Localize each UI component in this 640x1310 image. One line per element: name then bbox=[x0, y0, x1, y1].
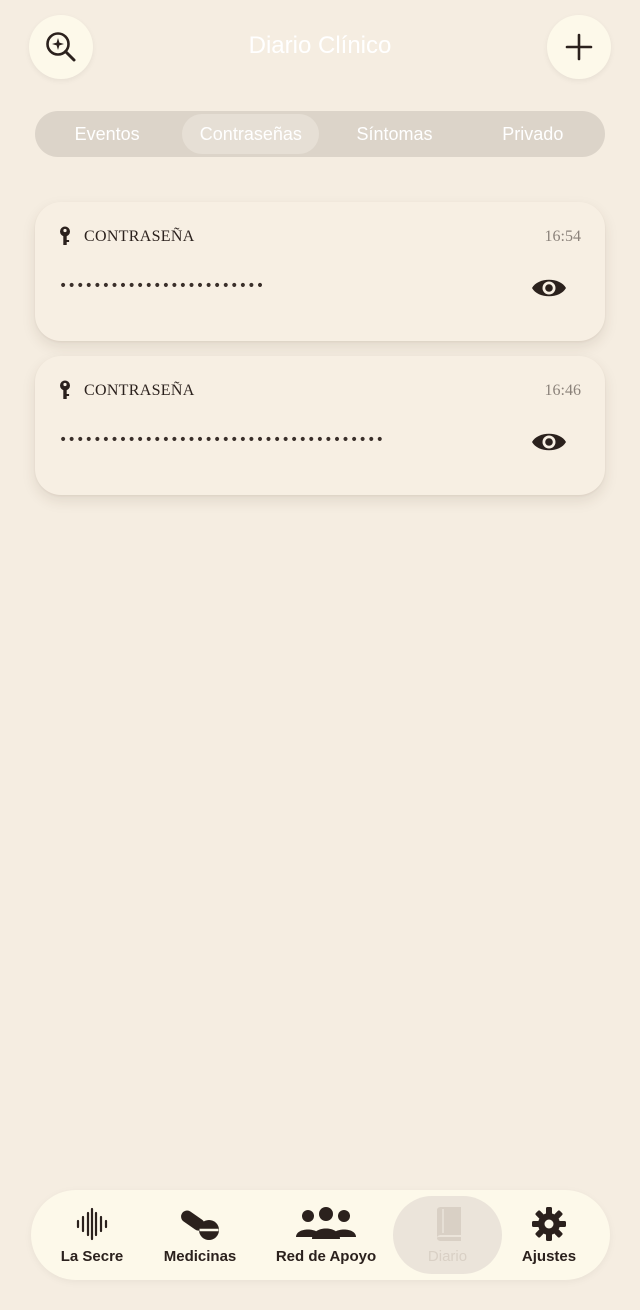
plus-icon bbox=[565, 33, 593, 61]
nav-label: Red de Apoyo bbox=[275, 1247, 377, 1265]
tab-contrasenas[interactable]: Contraseñas bbox=[182, 114, 320, 154]
waveform-icon bbox=[76, 1207, 108, 1240]
tab-sintomas[interactable]: Síntomas bbox=[325, 114, 463, 154]
tab-eventos[interactable]: Eventos bbox=[38, 114, 176, 154]
nav-label: Medicinas bbox=[163, 1247, 237, 1265]
masked-password: •••••••••••••••••••••••••••••••••••••• bbox=[59, 432, 385, 448]
nav-item-medicinas[interactable]: Medicinas bbox=[154, 1196, 246, 1274]
entry-time: 16:46 bbox=[544, 382, 581, 399]
masked-password: •••••••••••••••••••••••• bbox=[59, 278, 265, 294]
people-icon bbox=[296, 1206, 356, 1239]
book-icon bbox=[436, 1206, 461, 1241]
nav-item-diario[interactable]: Diario bbox=[393, 1196, 502, 1274]
eye-icon[interactable] bbox=[530, 428, 568, 456]
screen: Diario Clínico Eventos Contraseñas Sínto… bbox=[0, 0, 640, 1310]
entry-type-label: CONTRASEÑA bbox=[84, 228, 195, 245]
entry-time: 16:54 bbox=[544, 228, 581, 245]
page-title: Diario Clínico bbox=[248, 32, 392, 59]
nav-item-red-de-apoyo[interactable]: Red de Apoyo bbox=[271, 1196, 381, 1274]
nav-label: La Secre bbox=[60, 1247, 124, 1265]
key-icon bbox=[60, 226, 70, 245]
key-icon bbox=[60, 380, 70, 399]
nav-item-ajustes[interactable]: Ajustes bbox=[509, 1196, 589, 1274]
add-button[interactable] bbox=[547, 15, 611, 79]
nav-label: Ajustes bbox=[521, 1247, 577, 1265]
eye-icon[interactable] bbox=[530, 274, 568, 302]
segmented-tabs: Eventos Contraseñas Síntomas Privado bbox=[35, 111, 605, 157]
password-card[interactable]: CONTRASEÑA 16:46 •••••••••••••••••••••••… bbox=[35, 356, 605, 495]
tab-privado[interactable]: Privado bbox=[464, 114, 602, 154]
pills-icon bbox=[181, 1210, 219, 1240]
entry-type-label: CONTRASEÑA bbox=[84, 382, 195, 399]
nav-label: Diario bbox=[427, 1247, 468, 1265]
password-card[interactable]: CONTRASEÑA 16:54 •••••••••••••••••••••••… bbox=[35, 202, 605, 341]
nav-item-la-secre[interactable]: La Secre bbox=[47, 1196, 137, 1274]
bottom-nav: La Secre Medicinas Red de Apoyo Diario A… bbox=[31, 1190, 610, 1280]
gear-icon bbox=[532, 1206, 566, 1241]
